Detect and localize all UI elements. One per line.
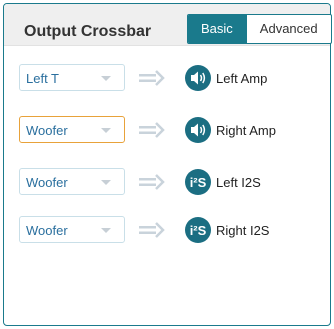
mode-toggle: Basic Advanced [187, 14, 332, 44]
crossbar-row: Woofer i²S Left I2S [4, 168, 330, 196]
speaker-icon [185, 117, 211, 143]
output-label: Left I2S [216, 175, 261, 190]
svg-text:i²S: i²S [190, 175, 207, 190]
chevron-down-icon [101, 228, 111, 233]
tab-basic[interactable]: Basic [188, 15, 246, 43]
i2s-icon: i²S [185, 217, 211, 243]
source-select-value: Woofer [26, 123, 68, 138]
output-label: Right I2S [216, 223, 270, 238]
tab-advanced[interactable]: Advanced [245, 15, 331, 43]
route-arrow-icon [139, 174, 165, 190]
route-arrow-icon [139, 122, 165, 138]
chevron-down-icon [101, 76, 111, 81]
route-arrow-icon [139, 70, 165, 86]
panel-title: Output Crossbar [24, 23, 152, 40]
svg-text:i²S: i²S [190, 223, 207, 238]
crossbar-row: Left T Left Amp [4, 64, 330, 92]
crossbar-row: Woofer Right Amp [4, 116, 330, 144]
output-label: Right Amp [216, 123, 276, 138]
i2s-icon: i²S [185, 169, 211, 195]
source-select-value: Woofer [26, 175, 68, 190]
chevron-down-icon [101, 180, 111, 185]
source-select[interactable]: Woofer [19, 168, 125, 195]
source-select[interactable]: Woofer [19, 216, 125, 243]
source-select[interactable]: Left T [19, 64, 125, 91]
speaker-icon [185, 65, 211, 91]
source-select[interactable]: Woofer [19, 116, 125, 143]
route-arrow-icon [139, 222, 165, 238]
source-select-value: Woofer [26, 223, 68, 238]
crossbar-row: Woofer i²S Right I2S [4, 216, 330, 244]
output-label: Left Amp [216, 71, 268, 86]
chevron-down-icon [101, 128, 111, 133]
panel-header: Output Crossbar Basic Advanced [4, 4, 332, 46]
source-select-value: Left T [26, 71, 60, 86]
output-crossbar-panel: Output Crossbar Basic Advanced Left T Le… [3, 3, 332, 326]
